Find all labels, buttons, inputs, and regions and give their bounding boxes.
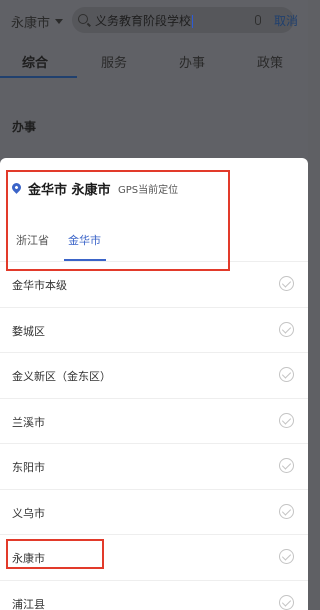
- search-icon: [78, 14, 88, 24]
- list-item-label: 义乌市: [12, 506, 45, 520]
- check-circle-icon: [279, 458, 294, 473]
- check-circle-icon: [279, 276, 294, 291]
- location-sheet: 金华市 永康市 GPS当前定位 浙江省 金华市 金华市本级 婺城区 金义新区（金…: [0, 158, 308, 610]
- mic-icon[interactable]: [255, 15, 261, 25]
- list-item-label: 东阳市: [12, 461, 45, 474]
- caret-down-icon: [55, 19, 64, 24]
- city-selector[interactable]: 永康市: [11, 12, 64, 31]
- check-circle-icon: [279, 503, 294, 519]
- list-item-label: 婺城区: [12, 324, 45, 338]
- tab-policy[interactable]: 政策: [257, 52, 283, 71]
- list-item-label: 浦江县: [12, 597, 45, 610]
- list-item[interactable]: 金义新区（金东区）: [0, 353, 308, 399]
- tab-comprehensive[interactable]: 综合: [22, 52, 48, 71]
- list-item[interactable]: 浦江县: [0, 581, 308, 610]
- list-item[interactable]: 义乌市: [0, 490, 308, 535]
- list-item-label: 金义新区（金东区）: [12, 370, 111, 383]
- check-circle-icon: [279, 412, 294, 428]
- check-circle-icon: [279, 549, 294, 564]
- list-item-label: 兰溪市: [12, 415, 45, 429]
- top-bar: 永康市 义务教育阶段学校 取消: [0, 0, 308, 40]
- list-item[interactable]: 婺城区: [0, 308, 308, 353]
- highlight-box-selected-district: [6, 539, 104, 569]
- check-circle-icon: [279, 367, 294, 382]
- city-selector-label: 永康市: [11, 16, 51, 31]
- cancel-button[interactable]: 取消: [274, 12, 298, 29]
- tab-affairs[interactable]: 办事: [179, 52, 205, 71]
- section-title: 办事: [12, 120, 37, 134]
- check-circle-icon: [279, 594, 294, 610]
- list-item[interactable]: 东阳市: [0, 444, 308, 490]
- result-tabs: 综合 服务 办事 政策: [0, 44, 308, 78]
- list-item[interactable]: 兰溪市: [0, 399, 308, 444]
- text-cursor: [192, 15, 194, 28]
- highlight-box-location: [6, 170, 230, 271]
- search-input[interactable]: 义务教育阶段学校: [72, 7, 294, 33]
- tab-services[interactable]: 服务: [101, 52, 127, 71]
- active-tab-indicator: [0, 76, 77, 78]
- check-circle-icon: [279, 321, 294, 337]
- background-page: 永康市 义务教育阶段学校 取消 综合 服务 办事 政策 办事: [0, 0, 308, 160]
- list-item-label: 金华市本级: [12, 279, 67, 292]
- search-input-value: 义务教育阶段学校: [95, 14, 194, 28]
